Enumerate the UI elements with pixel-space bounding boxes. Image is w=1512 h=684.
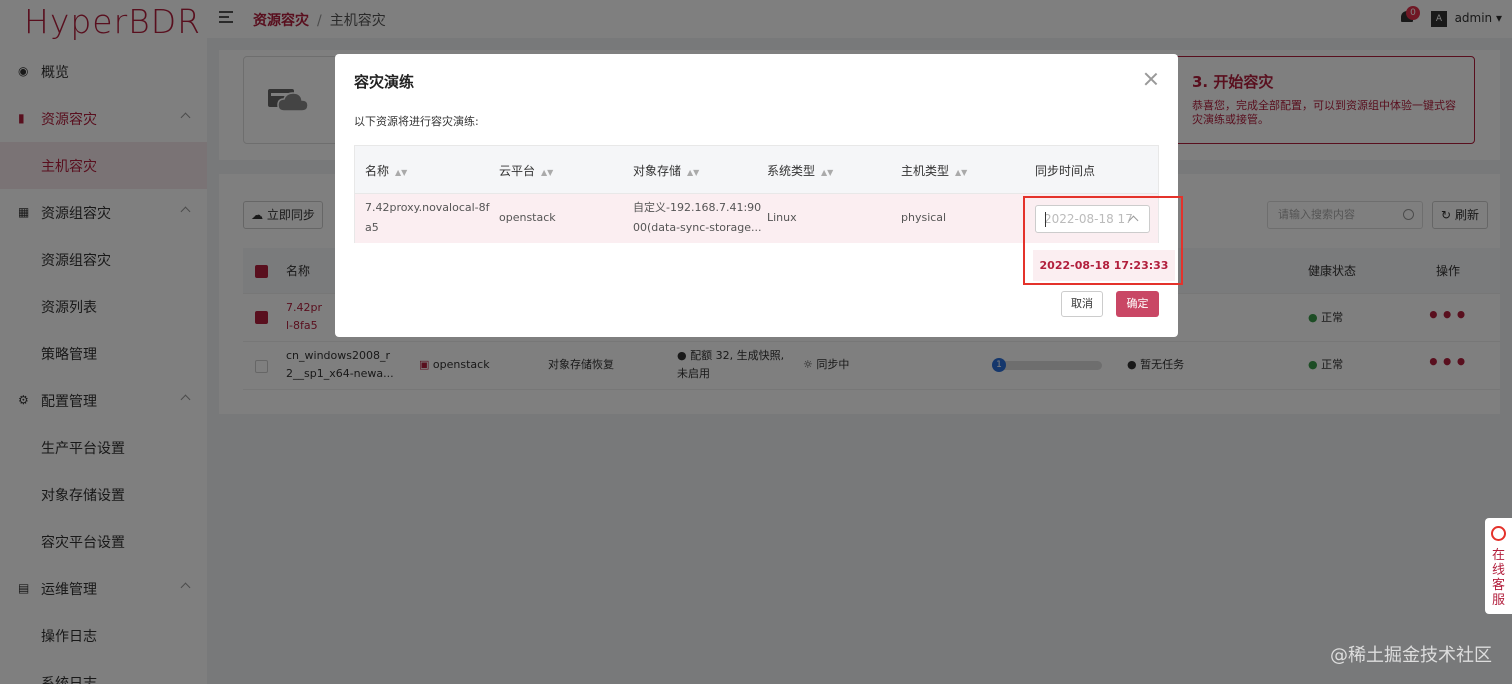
sort-icon: ▲▼ bbox=[955, 168, 968, 177]
col-name-header[interactable]: 名称 ▲▼ bbox=[365, 162, 407, 179]
close-icon[interactable] bbox=[1144, 72, 1158, 86]
sort-icon: ▲▼ bbox=[395, 168, 408, 177]
header-label: 对象存储 bbox=[633, 164, 682, 178]
col-storage-header[interactable]: 对象存储 ▲▼ bbox=[633, 162, 699, 179]
modal-title: 容灾演练 bbox=[354, 73, 415, 91]
header-label: 系统类型 bbox=[767, 164, 816, 178]
col-host-type-header[interactable]: 主机类型 ▲▼ bbox=[901, 162, 967, 179]
headset-icon bbox=[1491, 526, 1506, 541]
col-os-header[interactable]: 系统类型 ▲▼ bbox=[767, 162, 833, 179]
modal-table-header: 名称 ▲▼ 云平台 ▲▼ 对象存储 ▲▼ 系统类型 ▲▼ 主机类型 ▲▼ 同步时间点 bbox=[355, 146, 1158, 194]
modal-description: 以下资源将进行容灾演练: bbox=[354, 115, 479, 128]
sort-icon: ▲▼ bbox=[541, 168, 554, 177]
watermark: @稀土掘金技术社区 bbox=[1330, 645, 1492, 666]
row-os: Linux bbox=[767, 211, 797, 224]
highlight-box bbox=[1023, 196, 1183, 285]
sort-icon: ▲▼ bbox=[687, 168, 700, 177]
confirm-button[interactable]: 确定 bbox=[1116, 291, 1159, 317]
row-storage-line2: 00(data-sync-storage... bbox=[633, 221, 762, 234]
header-label: 名称 bbox=[365, 164, 390, 178]
online-service-tab[interactable]: 在线客服 bbox=[1485, 518, 1512, 614]
sort-icon: ▲▼ bbox=[821, 168, 834, 177]
header-label: 云平台 bbox=[499, 164, 536, 178]
cancel-button[interactable]: 取消 bbox=[1061, 291, 1103, 317]
row-name-line1: 7.42proxy.novalocal-8f bbox=[365, 201, 490, 214]
header-label: 主机类型 bbox=[901, 164, 950, 178]
row-host-type: physical bbox=[901, 211, 947, 224]
col-sync-point-header: 同步时间点 bbox=[1035, 164, 1096, 178]
col-cloud-header[interactable]: 云平台 ▲▼ bbox=[499, 162, 553, 179]
row-name-line2: a5 bbox=[365, 221, 379, 234]
online-service-label: 在线客服 bbox=[1492, 548, 1506, 608]
row-storage-line1: 自定义-192.168.7.41:90 bbox=[633, 201, 762, 214]
row-cloud: openstack bbox=[499, 211, 556, 224]
